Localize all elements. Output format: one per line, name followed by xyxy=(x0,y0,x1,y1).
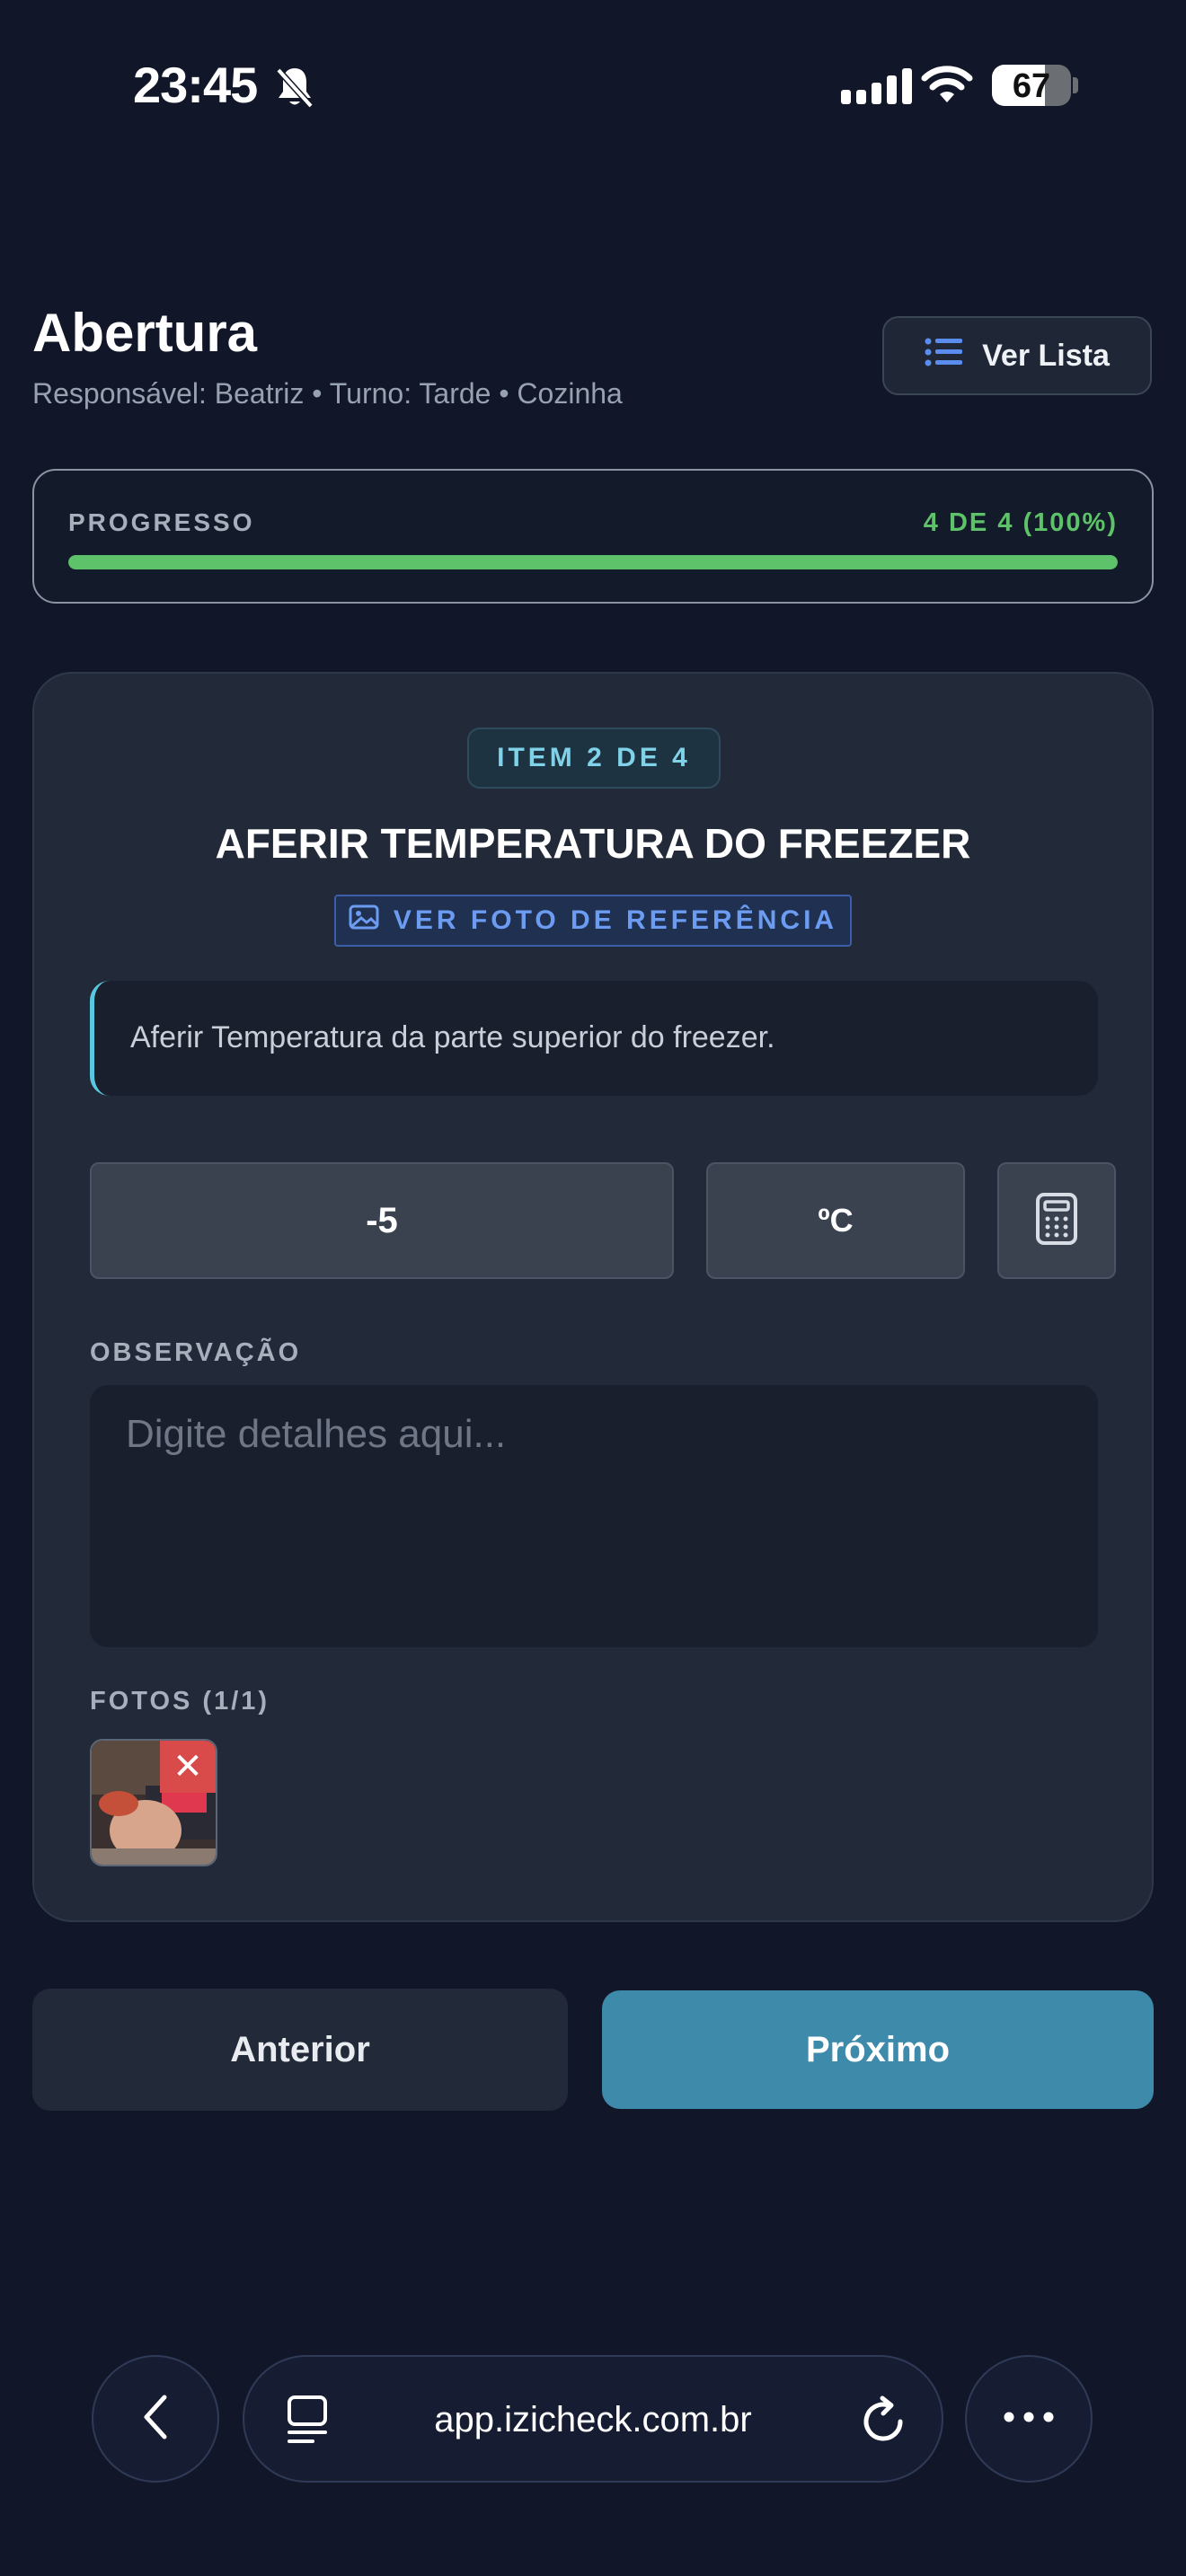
remove-photo-button[interactable]: ✕ xyxy=(160,1741,216,1793)
previous-button[interactable]: Anterior xyxy=(32,1989,568,2111)
observation-label: OBSERVAÇÃO xyxy=(90,1338,302,1367)
progress-label: PROGRESSO xyxy=(68,508,255,536)
photo-thumbnail[interactable]: ✕ xyxy=(90,1739,217,1866)
unit-selector[interactable]: ºC xyxy=(706,1162,965,1279)
page-title: Abertura xyxy=(32,303,258,363)
item-description: Aferir Temperatura da parte superior do … xyxy=(90,981,1098,1096)
image-icon xyxy=(349,904,379,937)
progress-bar-fill xyxy=(68,555,1118,569)
view-list-label: Ver Lista xyxy=(982,338,1110,373)
page-subtitle: Responsável: Beatriz • Turno: Tarde • Co… xyxy=(32,377,623,410)
battery-icon: 67 xyxy=(992,65,1071,106)
reference-photo-label: VER FOTO DE REFERÊNCIA xyxy=(393,905,838,935)
progress-value: 4 DE 4 (100%) xyxy=(923,508,1118,537)
calculator-icon xyxy=(1035,1192,1078,1250)
view-reference-photo-button[interactable]: VER FOTO DE REFERÊNCIA xyxy=(334,895,852,947)
battery-tip xyxy=(1073,77,1078,93)
bell-muted-icon xyxy=(275,65,314,114)
chevron-left-icon xyxy=(142,2394,169,2445)
item-title: AFERIR TEMPERATURA DO FREEZER xyxy=(215,820,971,867)
view-list-button[interactable]: Ver Lista xyxy=(882,316,1152,395)
temperature-value-field[interactable]: -5 xyxy=(90,1162,674,1279)
checklist-item-card: ITEM 2 DE 4 AFERIR TEMPERATURA DO FREEZE… xyxy=(32,672,1154,1922)
next-button[interactable]: Próximo xyxy=(602,1990,1154,2109)
item-counter-badge: ITEM 2 DE 4 xyxy=(467,728,721,789)
progress-card: PROGRESSO 4 DE 4 (100%) xyxy=(32,469,1154,604)
photos-label: FOTOS (1/1) xyxy=(90,1687,270,1716)
observation-textarea[interactable] xyxy=(90,1385,1098,1647)
battery-level: 67 xyxy=(1012,67,1051,105)
url-text: app.izicheck.com.br xyxy=(434,2400,752,2439)
status-time: 23:45 xyxy=(133,57,258,113)
more-dots-icon xyxy=(1004,2411,1054,2427)
reload-icon[interactable] xyxy=(861,2395,909,2451)
wifi-icon xyxy=(920,63,974,109)
cellular-signal-icon xyxy=(841,68,912,104)
list-icon xyxy=(925,337,963,375)
address-bar[interactable]: app.izicheck.com.br xyxy=(243,2355,943,2483)
progress-bar xyxy=(68,555,1118,569)
calculator-button[interactable] xyxy=(997,1162,1116,1279)
browser-more-button[interactable] xyxy=(965,2355,1093,2483)
browser-back-button[interactable] xyxy=(92,2355,219,2483)
